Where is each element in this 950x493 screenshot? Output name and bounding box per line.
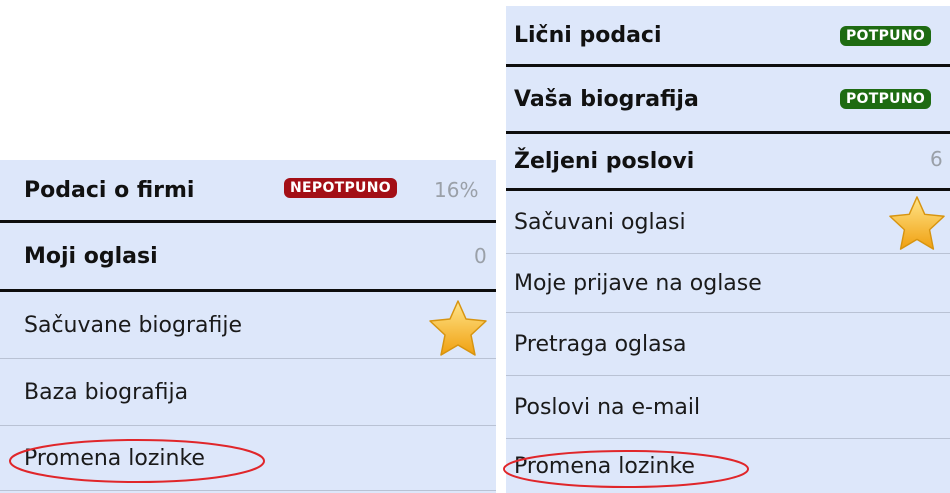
star-icon[interactable] [426,298,490,358]
menu-item-label: Poslovi na e-mail [514,394,701,420]
desired-jobs-count: 6 [930,147,943,171]
menu-item-saved-cvs[interactable]: Sačuvane biografije [0,292,496,358]
menu-item-label: Sačuvani oglasi [514,209,686,235]
jobseeker-menu-panel: Lični podaci POTPUNO Vaša biografija POT… [503,6,950,493]
menu-item-label: Promena lozinke [514,453,695,479]
menu-item-my-ads[interactable]: Moji oglasi [0,223,496,289]
menu-item-saved-ads[interactable]: Sačuvani oglasi [506,191,950,253]
ads-count: 0 [474,244,487,268]
menu-item-label: Pretraga oglasa [514,331,687,357]
menu-item-label: Sačuvane biografije [24,312,242,338]
status-badge-complete: POTPUNO [840,89,932,109]
menu-item-label: Lični podaci [514,22,662,48]
menu-item-change-password[interactable]: Promena lozinke [506,439,950,493]
employer-menu-panel: Podaci o firmi NEPOTPUNO 16% Moji oglasi… [0,160,496,493]
menu-item-jobs-by-email[interactable]: Poslovi na e-mail [506,376,950,438]
status-badge-incomplete: NEPOTPUNO [284,178,397,198]
menu-item-company-data[interactable]: Podaci o firmi [0,160,496,220]
divider [0,490,496,491]
menu-item-label: Moji oglasi [24,243,158,269]
menu-item-cv-database[interactable]: Baza biografija [0,359,496,425]
menu-item-my-applications[interactable]: Moje prijave na oglase [506,254,950,312]
menu-item-job-search[interactable]: Pretraga oglasa [506,313,950,375]
menu-item-label: Promena lozinke [24,445,205,471]
menu-item-desired-jobs[interactable]: Željeni poslovi [506,134,950,188]
menu-item-label: Željeni poslovi [514,148,695,174]
menu-item-label: Podaci o firmi [24,177,195,203]
completion-percent: 16% [434,178,479,202]
menu-item-label: Moje prijave na oglase [514,270,762,296]
star-icon[interactable] [886,194,948,252]
menu-item-label: Baza biografija [24,379,189,405]
status-badge-complete: POTPUNO [840,26,932,46]
menu-item-change-password[interactable]: Promena lozinke [0,426,496,490]
menu-item-label: Vaša biografija [514,86,699,112]
